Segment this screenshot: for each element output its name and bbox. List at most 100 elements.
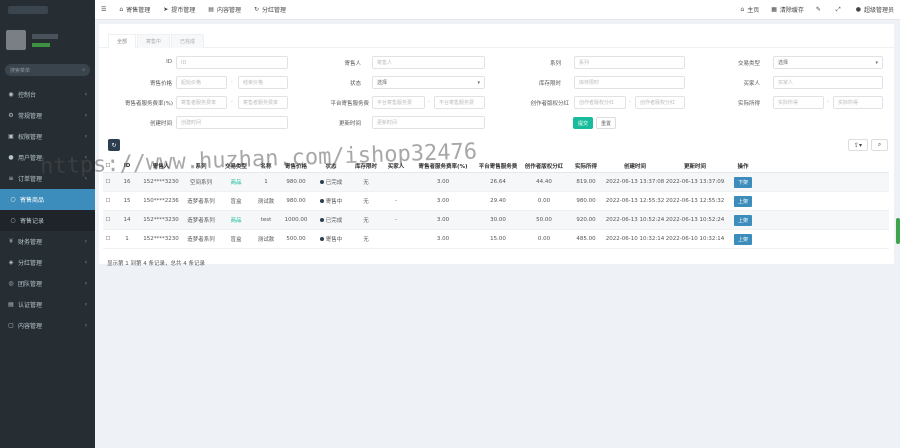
user-panel (0, 20, 95, 60)
filter-update-input[interactable]: 更新时间 (372, 116, 485, 129)
tab-2[interactable]: 已完成 (171, 34, 205, 48)
filter-update-label: 更新时间 (338, 121, 361, 127)
search-icon: ⌕ (82, 67, 85, 73)
sidebar-item-1[interactable]: ⚙ 常规管理 ‹ (0, 105, 95, 126)
sidebar-logo (0, 0, 95, 20)
sidebar-search-input[interactable]: 搜索菜单 (10, 67, 30, 74)
sidebar-item-5[interactable]: ○ 寄售商品 (0, 189, 95, 210)
cell-status: 已完成 (311, 216, 351, 224)
cell-type: 商品 (230, 218, 242, 224)
topbar-left-0[interactable]: ⌂ 寄售管理 (119, 5, 150, 14)
sidebar-item-0[interactable]: ◉ 控制台 ‹ (0, 84, 95, 105)
row-action-button[interactable]: 上架 (733, 233, 752, 245)
search-toggle-button[interactable]: ⌕ (871, 139, 888, 151)
topbar-label: 主页 (747, 7, 760, 14)
cell-fee_rate: 3.00 (436, 179, 450, 185)
filter-seller-input[interactable]: 寄售人 (372, 56, 485, 69)
filter-price-max[interactable]: 结束价格 (238, 76, 288, 89)
filter-platformfee-min[interactable]: 平台寄售服务费 (372, 96, 425, 109)
topbar-right-2[interactable]: ✎ (816, 6, 824, 13)
sidebar-item-9[interactable]: ◎ 团队管理 ‹ (0, 273, 95, 294)
filter-creator-max[interactable]: 创作者版权分红 (635, 96, 685, 109)
row-checkbox[interactable]: ☐ (103, 217, 113, 223)
sidebar-item-6[interactable]: ○ 寄售记录 (0, 210, 95, 231)
status-dot-icon (319, 237, 324, 241)
cell-price: 1000.00 (284, 217, 308, 223)
team-icon: ◎ (8, 280, 14, 287)
column-header: 操作 (737, 163, 749, 170)
row-action-button[interactable]: 上架 (733, 214, 752, 226)
cell-buyer: - (395, 217, 397, 223)
table-row[interactable]: ☐ 15 150****2236 造梦者系列 盲盒 测试款 980.00 寄售中 无 - 3.00 2… (103, 192, 889, 211)
sidebar-item-2[interactable]: ▣ 权限管理 ‹ (0, 126, 95, 147)
filter-type-select[interactable]: 选择 ▾ (773, 56, 883, 69)
cell-limit: 无 (363, 180, 369, 186)
filter-creator-min[interactable]: 创作者版权分红 (574, 96, 626, 109)
topbar-right-4[interactable]: ● 超级管理员 (856, 5, 894, 14)
sidebar-item-label: 寄售记录 (20, 218, 45, 225)
cell-op[interactable]: 上架 (725, 214, 761, 226)
table-row[interactable]: ☐ 1 152****3230 造梦者系列 盲盒 测试款 500.00 寄售中 无 3.00 15.… (103, 230, 889, 249)
filter-ownerfee-min[interactable]: 寄售者服务费率 (176, 96, 227, 109)
filter-platformfee-max[interactable]: 平台寄售服务费 (434, 96, 485, 109)
list-icon: ≡ (8, 175, 14, 182)
reset-button[interactable]: 重置 (596, 117, 616, 129)
sidebar: 搜索菜单 ⌕ ◉ 控制台 ‹ ⚙ 常规管理 ‹ ▣ 权限管理 ‹ ● 用户管理 ‹ ≡ 订单管理 ‹ ○ 寄售商… (0, 0, 95, 448)
scrollbar[interactable] (896, 218, 900, 244)
menu-toggle-icon[interactable]: ☰ (101, 6, 106, 13)
refresh-button[interactable]: ↻ (108, 139, 120, 151)
table-row[interactable]: ☐ 16 152****3230 空间系列 商品 1 980.00 已完成 无 3.00 26.64… (103, 173, 889, 192)
sidebar-item-8[interactable]: ◈ 分红管理 ‹ (0, 252, 95, 273)
cell-op[interactable]: 上架 (725, 195, 761, 207)
sidebar-item-7[interactable]: ¥ 财务管理 ‹ (0, 231, 95, 252)
sidebar-item-label: 常规管理 (18, 113, 43, 120)
tab-0[interactable]: 全部 (108, 34, 137, 48)
filter-series-input[interactable]: 系列 (574, 56, 685, 69)
filter-id-input[interactable]: ID (176, 56, 288, 69)
cell-income: 980.00 (576, 198, 596, 204)
cell-seller: 152****3230 (143, 179, 179, 185)
filter-status-select[interactable]: 选择 ▾ (372, 76, 485, 89)
topbar-left-2[interactable]: ▤ 内容管理 (208, 5, 241, 14)
cell-updated: 2022-06-13 10:52:24 (665, 217, 725, 223)
cell-op[interactable]: 下架 (725, 176, 761, 188)
submit-button[interactable]: 提交 (573, 117, 593, 129)
filter-income-max[interactable]: 实际所得 (833, 96, 883, 109)
topbar-left-3[interactable]: ↻ 分红管理 (254, 5, 286, 14)
table-row[interactable]: ☐ 14 152****3230 造梦者系列 商品 test 1000.00 已完成 无 - 3.0… (103, 211, 889, 230)
topbar-label: 寄售管理 (126, 7, 151, 14)
cell-type: 商品 (230, 180, 242, 186)
gear-icon: ⚙ (8, 112, 14, 119)
export-button[interactable]: ⇪▾ (848, 139, 868, 151)
filter-create-input[interactable]: 创建时间 (176, 116, 288, 129)
row-action-button[interactable]: 下架 (733, 176, 752, 188)
topbar-label: 超级管理员 (863, 7, 894, 14)
filter-ownerfee-max[interactable]: 寄售者服务费率 (238, 96, 288, 109)
topbar-right-3[interactable]: ⤢ (836, 6, 844, 14)
cell-name: test (260, 217, 272, 223)
filter-limit-input[interactable]: 库存限时 (574, 76, 685, 89)
topbar-left-1[interactable]: ➤ 提币管理 (163, 5, 195, 14)
topbar-right-0[interactable]: ⌂ 主页 (740, 5, 759, 14)
row-checkbox[interactable]: ☐ (103, 198, 113, 204)
topbar-right-1[interactable]: ▦ 清除缓存 (771, 5, 804, 14)
sidebar-search[interactable]: 搜索菜单 ⌕ (5, 64, 90, 76)
filter-ownerfee-label: 寄售者服务费率(%) (124, 101, 173, 107)
row-checkbox[interactable]: ☐ (103, 236, 113, 242)
cell-series: 造梦者系列 (187, 237, 215, 243)
sidebar-item-label: 订单管理 (18, 176, 43, 183)
cell-creator: 44.40 (536, 179, 552, 185)
filter-buyer-input[interactable]: 买家人 (773, 76, 883, 89)
cell-price: 980.00 (286, 198, 306, 204)
filter-price-min[interactable]: 起始价格 (176, 76, 227, 89)
tab-1[interactable]: 寄售中 (137, 34, 171, 48)
row-checkbox[interactable]: ☐ (103, 179, 113, 185)
refresh-icon: ↻ (111, 141, 117, 149)
cell-op[interactable]: 上架 (725, 233, 761, 245)
sidebar-item-10[interactable]: ▤ 认证管理 ‹ (0, 294, 95, 315)
row-action-button[interactable]: 上架 (733, 195, 752, 207)
sidebar-item-11[interactable]: ▢ 内容管理 ‹ (0, 315, 95, 336)
filter-platformfee-label: 平台寄售服务费 (330, 101, 369, 107)
filter-income-min[interactable]: 实际所得 (773, 96, 824, 109)
cell-income: 819.00 (576, 179, 596, 185)
